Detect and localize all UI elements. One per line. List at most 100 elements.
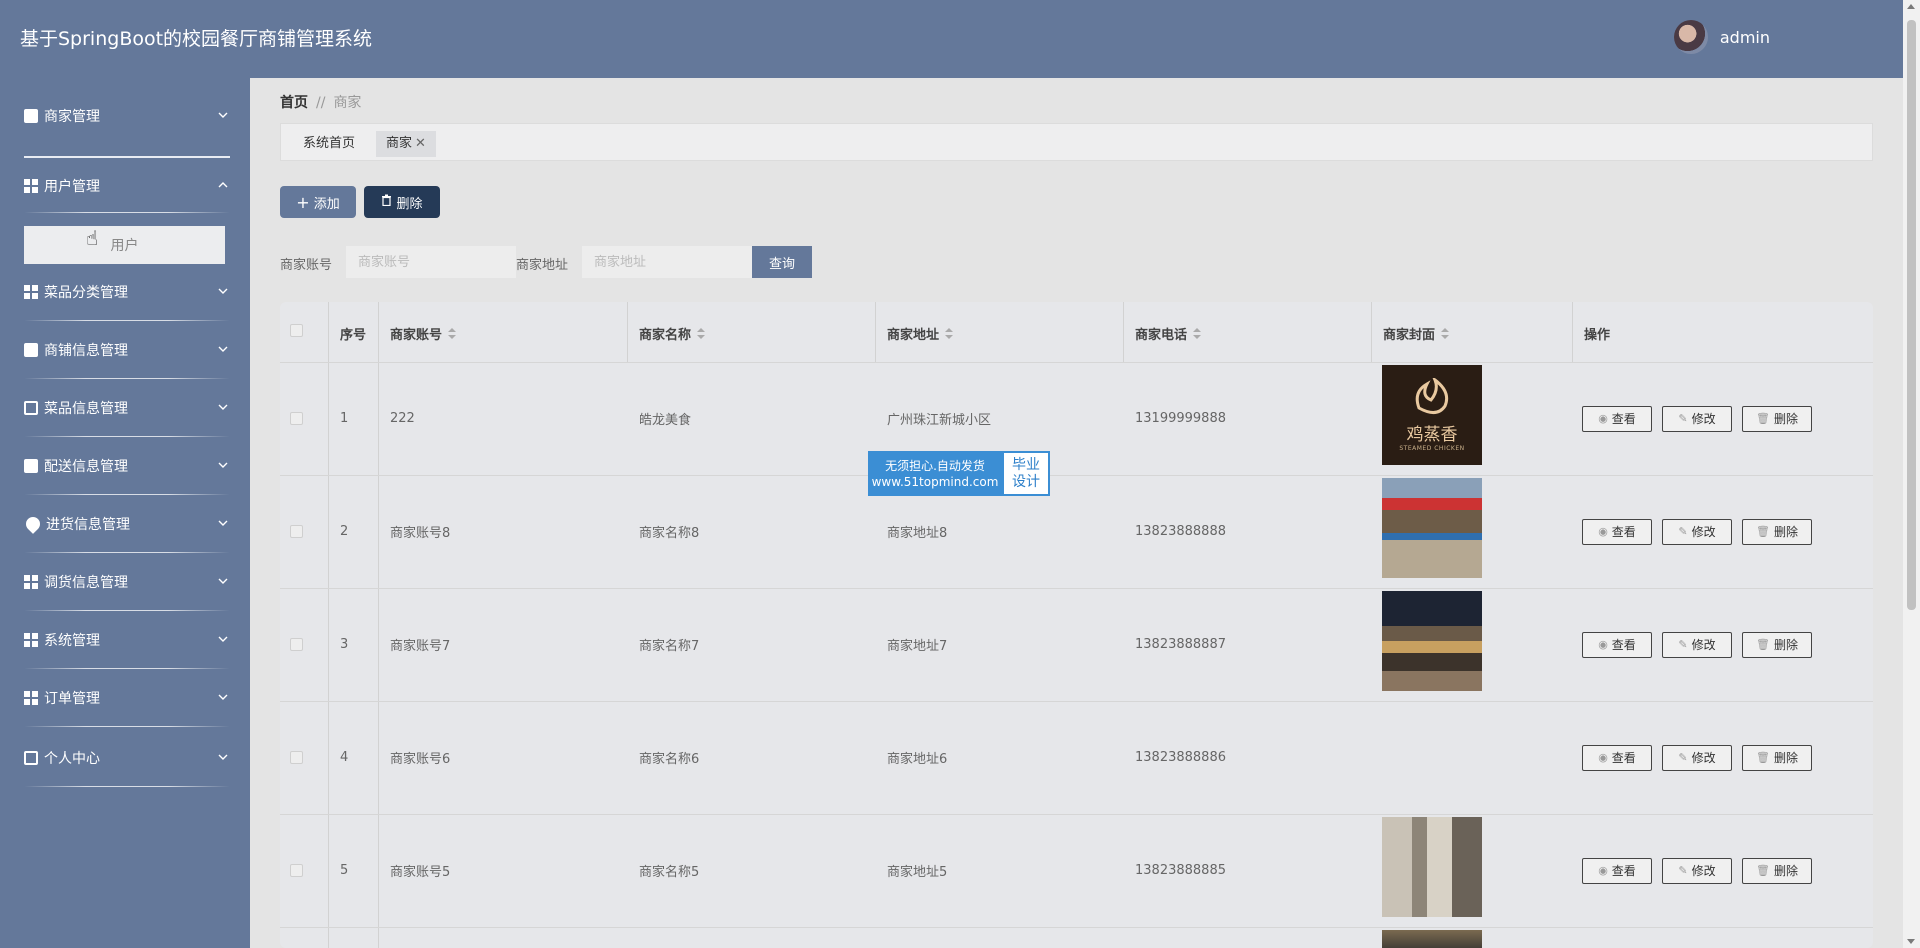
sidebar-item-label: 系统管理 bbox=[44, 633, 100, 649]
tab-merchant[interactable]: 商家 ✕ bbox=[376, 131, 436, 157]
address-search-label: 商家地址 bbox=[516, 258, 569, 273]
view-button[interactable]: ◉ 查看 bbox=[1582, 631, 1652, 658]
tab-home[interactable]: 系统首页 bbox=[293, 131, 365, 157]
cover-image bbox=[1382, 817, 1482, 917]
query-button[interactable]: 查询 bbox=[752, 246, 812, 278]
sort-icon[interactable] bbox=[945, 327, 954, 340]
chevron-down-icon[interactable] bbox=[216, 632, 230, 646]
row-checkbox[interactable] bbox=[290, 412, 303, 425]
delete-button[interactable]: 🗑 删除 bbox=[1742, 857, 1812, 884]
column-header-name[interactable]: 商家名称 bbox=[639, 324, 706, 343]
breadcrumb: 首页 // 商家 bbox=[280, 92, 361, 112]
cell-index: 1 bbox=[340, 411, 349, 426]
edit-button[interactable]: ✎ 修改 bbox=[1662, 405, 1732, 432]
breadcrumb-home[interactable]: 首页 bbox=[280, 95, 308, 111]
chevron-down-icon[interactable] bbox=[216, 342, 230, 356]
breadcrumb-current: 商家 bbox=[333, 95, 362, 111]
sidebar-item-8[interactable]: 调货信息管理 bbox=[24, 566, 230, 598]
sort-icon[interactable] bbox=[1193, 327, 1202, 340]
sidebar-item-label: 调货信息管理 bbox=[44, 575, 128, 591]
trash-icon: 🗑 bbox=[1756, 751, 1770, 764]
address-search-input[interactable] bbox=[582, 246, 752, 278]
cover-image: 鸡蒸香 STEAMED CHICKEN bbox=[1382, 365, 1482, 465]
batch-delete-label: 删除 bbox=[396, 196, 423, 212]
edit-button[interactable]: ✎ 修改 bbox=[1662, 631, 1732, 658]
sidebar-subitem-user[interactable]: 用户 bbox=[24, 226, 225, 264]
sidebar-item-4[interactable]: 商铺信息管理 bbox=[24, 334, 230, 366]
grid-icon bbox=[24, 285, 38, 299]
sidebar-item-9[interactable]: 系统管理 bbox=[24, 624, 230, 656]
chevron-up-icon[interactable] bbox=[216, 178, 230, 192]
edit-button[interactable]: ✎ 修改 bbox=[1662, 518, 1732, 545]
row-checkbox[interactable] bbox=[290, 864, 303, 877]
scroll-down-icon[interactable] bbox=[1907, 939, 1915, 944]
delete-button[interactable]: 🗑 删除 bbox=[1742, 744, 1812, 771]
view-button[interactable]: ◉ 查看 bbox=[1582, 857, 1652, 884]
chevron-down-icon[interactable] bbox=[216, 574, 230, 588]
select-all-checkbox-cell[interactable] bbox=[290, 324, 303, 337]
sidebar-item-1[interactable]: 商家管理 bbox=[24, 100, 230, 132]
sidebar-item-10[interactable]: 订单管理 bbox=[24, 682, 230, 714]
chevron-down-icon[interactable] bbox=[216, 108, 230, 122]
grid-icon bbox=[24, 575, 38, 589]
close-icon[interactable]: ✕ bbox=[415, 136, 426, 151]
avatar[interactable] bbox=[1673, 20, 1708, 54]
chevron-down-icon[interactable] bbox=[216, 400, 230, 414]
chevron-down-icon[interactable] bbox=[216, 690, 230, 704]
view-button[interactable]: ◉ 查看 bbox=[1582, 405, 1652, 432]
sidebar-item-label: 进货信息管理 bbox=[46, 517, 130, 533]
column-header-account[interactable]: 商家账号 bbox=[390, 324, 457, 343]
sidebar-item-7[interactable]: 进货信息管理 bbox=[23, 508, 230, 540]
chevron-down-icon[interactable] bbox=[216, 284, 230, 298]
select-all-checkbox[interactable] bbox=[290, 324, 303, 337]
sidebar-item-3[interactable]: 菜品分类管理 bbox=[24, 276, 230, 308]
row-checkbox[interactable] bbox=[290, 525, 303, 538]
cover-logo-text: 鸡蒸香 bbox=[1406, 425, 1458, 445]
sidebar-item-6[interactable]: 配送信息管理 bbox=[24, 450, 230, 482]
column-header-cover[interactable]: 商家封面 bbox=[1383, 324, 1450, 343]
sidebar-item-5[interactable]: 菜品信息管理 bbox=[24, 392, 230, 424]
row-checkbox-cell[interactable] bbox=[290, 701, 303, 814]
view-button[interactable]: ◉ 查看 bbox=[1582, 744, 1652, 771]
trash-icon: 🗑 bbox=[1756, 412, 1770, 425]
sidebar-item-2[interactable]: 用户管理 bbox=[24, 170, 230, 202]
sort-icon[interactable] bbox=[448, 327, 457, 340]
chevron-down-icon[interactable] bbox=[216, 750, 230, 764]
sidebar-divider bbox=[24, 726, 230, 727]
chevron-down-icon[interactable] bbox=[216, 458, 230, 472]
username[interactable]: admin bbox=[1720, 28, 1770, 47]
scrollbar-thumb[interactable] bbox=[1907, 20, 1916, 610]
page-scrollbar[interactable] bbox=[1903, 0, 1920, 948]
sort-icon[interactable] bbox=[697, 327, 706, 340]
cover-image bbox=[1382, 930, 1482, 948]
edit-button[interactable]: ✎ 修改 bbox=[1662, 744, 1732, 771]
chevron-down-icon[interactable] bbox=[216, 516, 230, 530]
edit-button[interactable]: ✎ 修改 bbox=[1662, 857, 1732, 884]
row-checkbox-cell[interactable] bbox=[290, 475, 303, 588]
row-checkbox[interactable] bbox=[290, 638, 303, 651]
add-button[interactable]: + 添加 bbox=[280, 186, 356, 218]
column-header-address[interactable]: 商家地址 bbox=[887, 324, 954, 343]
delete-button[interactable]: 🗑 删除 bbox=[1742, 631, 1812, 658]
account-search-input[interactable] bbox=[346, 246, 516, 278]
row-checkbox[interactable] bbox=[290, 751, 303, 764]
column-header-label: 商家名称 bbox=[639, 328, 692, 343]
delete-button[interactable]: 🗑 删除 bbox=[1742, 405, 1812, 432]
view-button[interactable]: ◉ 查看 bbox=[1582, 518, 1652, 545]
row-checkbox-cell[interactable] bbox=[290, 588, 303, 701]
view-button-label: 查看 bbox=[1611, 412, 1636, 426]
cell-name: 商家名称5 bbox=[639, 865, 700, 880]
row-checkbox-cell[interactable] bbox=[290, 362, 303, 475]
sidebar-item-11[interactable]: 个人中心 bbox=[24, 742, 230, 774]
delete-button[interactable]: 🗑 删除 bbox=[1742, 518, 1812, 545]
cover-image bbox=[1382, 591, 1482, 691]
table-row: 4 商家账号6 商家名称6 商家地址6 13823888886 ◉ 查看 ✎ 修改 🗑 删除 bbox=[280, 701, 1873, 815]
sidebar-item-label: 商铺信息管理 bbox=[44, 343, 128, 359]
row-checkbox-cell[interactable] bbox=[290, 814, 303, 927]
column-header-phone[interactable]: 商家电话 bbox=[1135, 324, 1202, 343]
user-menu[interactable]: admin bbox=[1673, 20, 1770, 54]
scroll-up-icon[interactable] bbox=[1907, 4, 1915, 9]
sort-icon[interactable] bbox=[1441, 327, 1450, 340]
batch-delete-button[interactable]: 删除 bbox=[364, 186, 440, 218]
sidebar: 商家管理用户管理用户菜品分类管理商铺信息管理菜品信息管理 配送信息管理进货信息管理… bbox=[0, 78, 250, 948]
